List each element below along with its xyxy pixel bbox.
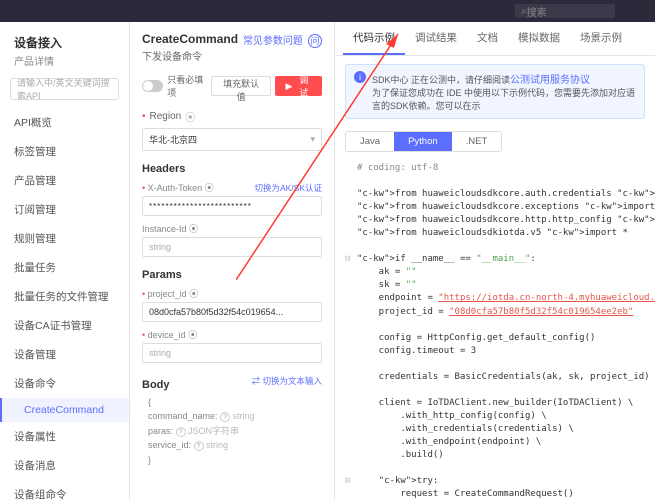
sidebar-group[interactable]: API概览: [0, 108, 129, 137]
right-tabs: 代码示例调试结果文档模拟数据场景示例: [335, 22, 655, 56]
region-select[interactable]: 华北-北京四▾: [142, 128, 322, 151]
required-label: 只看必填项: [167, 73, 210, 99]
api-config-panel: CreateCommand 下发设备命令 常见参数问题 问 只看必填项 填充默认…: [130, 22, 335, 500]
sidebar-group[interactable]: 订阅管理: [0, 195, 129, 224]
sidebar-subtitle: 产品详情: [0, 53, 129, 74]
project-label: project_id: [148, 289, 187, 299]
tab-1[interactable]: 调试结果: [405, 22, 467, 55]
headers-section: Headers: [142, 163, 322, 175]
code-sample[interactable]: # coding: utf-8 "c-kw">from huaweiclouds…: [335, 156, 655, 500]
api-name: CreateCommand: [142, 32, 238, 46]
global-search[interactable]: ⌕ 搜索: [515, 4, 615, 18]
device-input[interactable]: string: [142, 343, 322, 363]
sidebar-group[interactable]: 规则管理: [0, 224, 129, 253]
sidebar-group[interactable]: 标签管理: [0, 137, 129, 166]
api-desc: 下发设备命令: [142, 48, 238, 63]
sidebar-group[interactable]: 批量任务的文件管理: [0, 282, 129, 311]
required-toggle[interactable]: [142, 80, 163, 92]
main-layout: 设备接入 产品详情 请输入中/英文关键词搜索API API概览标签管理产品管理订…: [0, 22, 655, 500]
info-icon: i: [354, 71, 366, 83]
region-label: Region ⦿: [142, 109, 322, 124]
sidebar-group[interactable]: 设备管理: [0, 340, 129, 369]
sidebar-group[interactable]: 设备消息: [0, 451, 129, 480]
sidebar-search-ph: 请输入中/英文关键词搜索API: [17, 76, 112, 102]
switch-aksk[interactable]: 切换为AK/SK认证: [254, 182, 322, 194]
notice-text2: 为了保证您成功在 IDE 中使用以下示例代码，您需要先添加对应语言的SDK依赖。…: [372, 86, 636, 112]
notice-text: SDK中心 正在公测中，请仔细阅读: [372, 75, 510, 85]
tab-3[interactable]: 模拟数据: [508, 22, 570, 55]
sidebar: 设备接入 产品详情 请输入中/英文关键词搜索API API概览标签管理产品管理订…: [0, 22, 130, 500]
sidebar-group[interactable]: 设备属性: [0, 422, 129, 451]
help-icon[interactable]: 问: [308, 34, 322, 48]
sidebar-group[interactable]: 产品管理: [0, 166, 129, 195]
sidebar-title: 设备接入: [0, 30, 129, 53]
sidebar-group[interactable]: 批量任务: [0, 253, 129, 282]
search-placeholder: 搜索: [527, 4, 547, 19]
tab-0[interactable]: 代码示例: [343, 22, 405, 55]
debug-label: 调试: [295, 73, 312, 99]
sdk-notice: i SDK中心 正在公测中，请仔细阅读公测试用服务协议 为了保证您成功在 IDE…: [345, 64, 645, 119]
topbar: ⌕ 搜索: [0, 0, 655, 22]
chevron-down-icon: ▾: [310, 134, 315, 145]
device-label: device_id: [148, 330, 186, 340]
x-auth-input[interactable]: *************************: [142, 196, 322, 216]
tab-2[interactable]: 文档: [467, 22, 508, 55]
fill-default-button[interactable]: 填充默认值: [211, 76, 272, 96]
sidebar-item-createcommand[interactable]: CreateCommand: [0, 398, 129, 422]
x-auth-label: X-Auth-Token: [148, 183, 203, 193]
params-section: Params: [142, 269, 322, 281]
lang-tab-python[interactable]: Python: [394, 132, 452, 151]
result-panel: 代码示例调试结果文档模拟数据场景示例 i SDK中心 正在公测中，请仔细阅读公测…: [335, 22, 655, 500]
lang-tab-java[interactable]: Java: [346, 132, 394, 151]
sidebar-search[interactable]: 请输入中/英文关键词搜索API: [10, 78, 119, 100]
project-input[interactable]: 08d0cfa57b80f5d32f54c019654...: [142, 302, 322, 322]
notice-link[interactable]: 公测试用服务协议: [510, 75, 590, 86]
lang-tabs: JavaPython.NET: [345, 131, 502, 152]
lang-tab-.net[interactable]: .NET: [452, 132, 502, 151]
body-editor[interactable]: { command_name: ? string paras: ? JSON字符…: [142, 395, 322, 467]
instance-label: Instance-Id: [142, 224, 187, 234]
tab-4[interactable]: 场景示例: [570, 22, 632, 55]
play-icon: ▶: [285, 81, 292, 92]
debug-button[interactable]: ▶调试: [275, 76, 322, 96]
sidebar-group-device-cmd[interactable]: 设备命令: [0, 369, 129, 398]
instance-input[interactable]: string: [142, 237, 322, 257]
switch-text-input[interactable]: ⇄ 切换为文本输入: [252, 375, 322, 387]
sidebar-group[interactable]: 设备CA证书管理: [0, 311, 129, 340]
faq-link[interactable]: 常见参数问题: [243, 36, 303, 47]
sidebar-group[interactable]: 设备组命令: [0, 480, 129, 500]
body-section: Body: [142, 379, 170, 391]
